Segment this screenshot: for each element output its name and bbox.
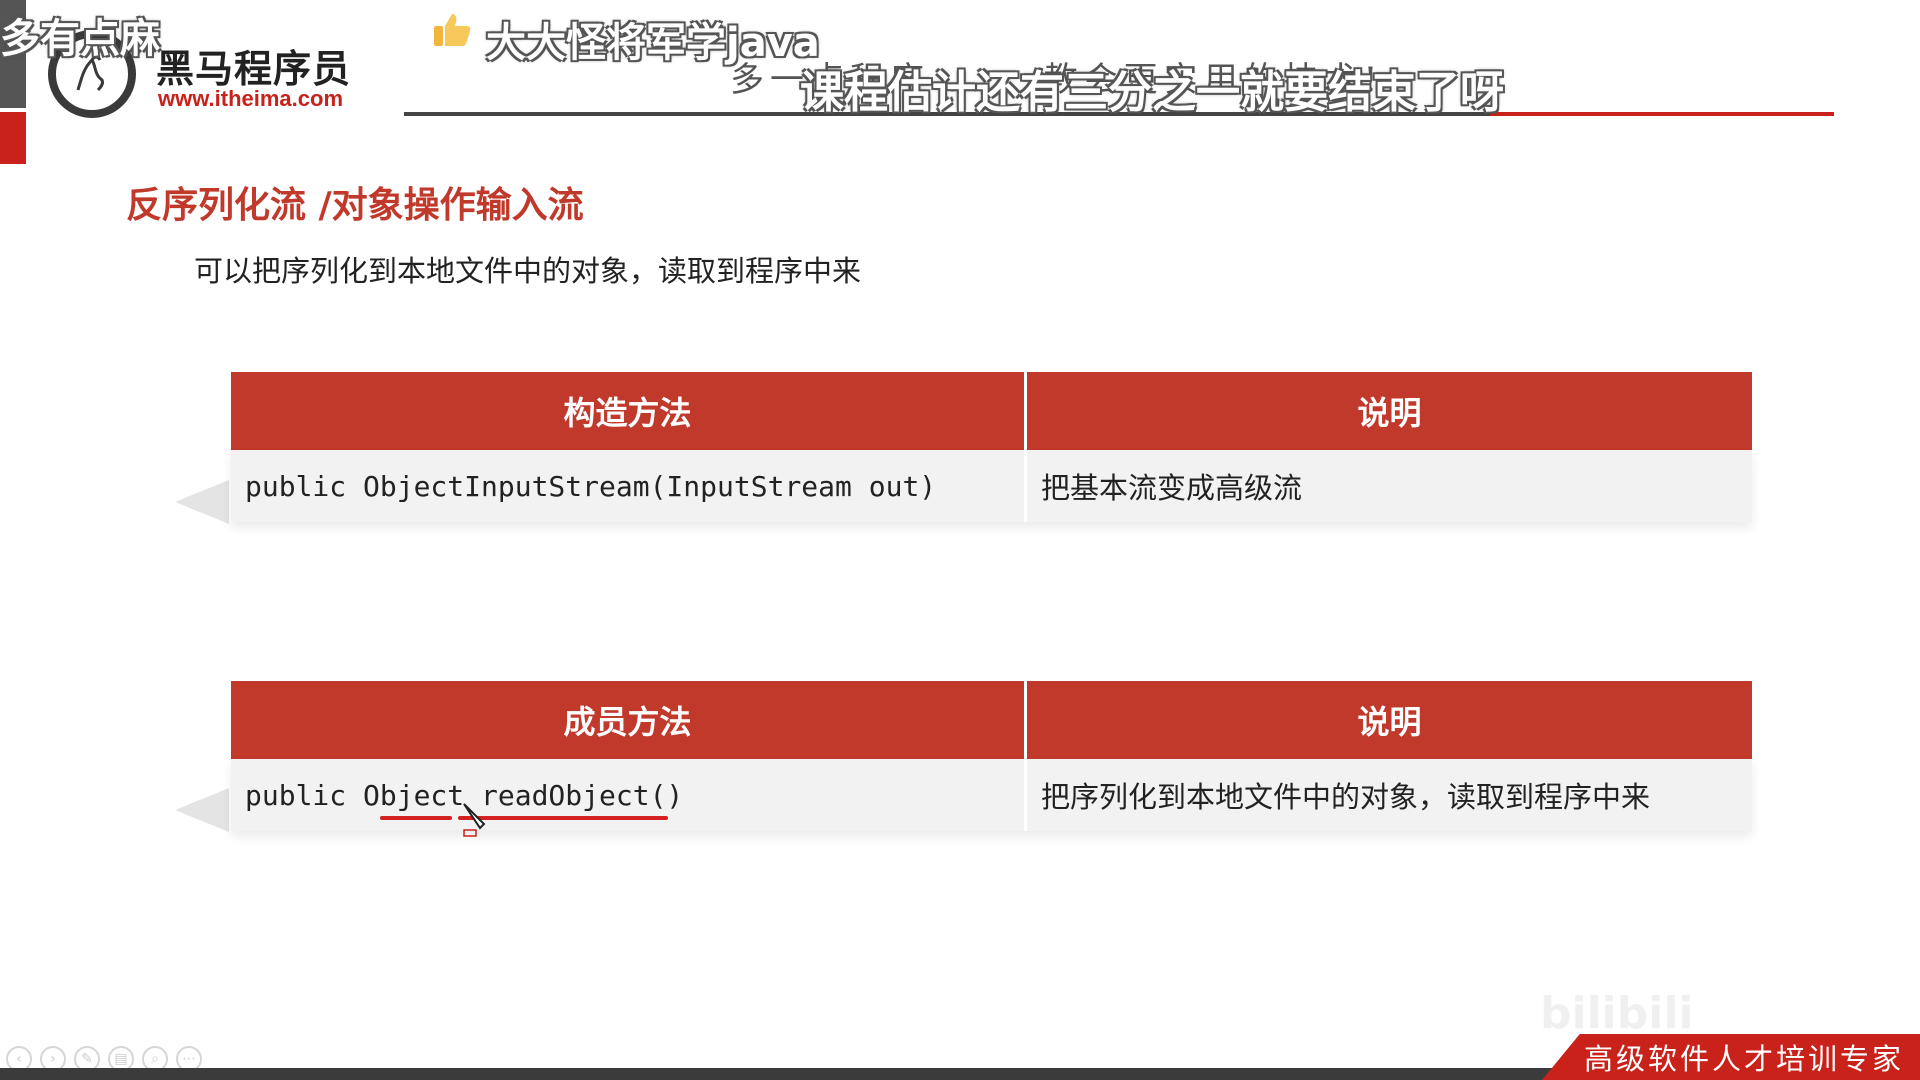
user-comment: 大大怪将军学java (486, 20, 820, 66)
table-row: public Object readObject() 把序列化到本地文件中的对象… (231, 759, 1752, 831)
method-description: 把基本流变成高级流 (1041, 471, 1303, 505)
logo-name: 黑马程序员 (156, 47, 352, 91)
slide-subtitle: 可以把序列化到本地文件中的对象，读取到程序中来 (194, 254, 862, 288)
table-header-row: 构造方法 说明 (231, 372, 1752, 450)
table-shadow-decoration (175, 788, 229, 832)
bilibili-watermark: bilibili (1540, 988, 1694, 1039)
table-header-row: 成员方法 说明 (231, 681, 1752, 759)
header-divider-accent (1490, 112, 1834, 116)
footer-tagline: 高级软件人才培训专家 (1584, 1042, 1905, 1076)
column-header-desc: 说明 (1357, 394, 1422, 432)
thumbs-up-icon (432, 12, 472, 48)
pen-cursor-icon (462, 802, 496, 842)
column-header-method: 构造方法 (231, 372, 1027, 450)
edge-accent-red (0, 112, 26, 164)
annotation-underline (380, 816, 452, 820)
column-header-method: 成员方法 (231, 681, 1027, 759)
table-row: public ObjectInputStream(InputStream out… (231, 450, 1752, 522)
method-description: 把序列化到本地文件中的对象，读取到程序中来 (1041, 780, 1651, 814)
danmaku-comment: 多有点麻 (0, 16, 160, 62)
video-subtitle: 课程估计还有三分之一就要结束了呀 (800, 67, 1504, 118)
logo-url: www.itheima.com (158, 86, 344, 111)
method-signature: public ObjectInputStream(InputStream out… (231, 450, 1027, 522)
constructor-table: 构造方法 说明 public ObjectInputStream(InputSt… (231, 372, 1752, 522)
column-header-desc: 说明 (1357, 703, 1422, 741)
table-shadow-decoration (175, 480, 229, 524)
member-table: 成员方法 说明 public Object readObject() 把序列化到… (231, 681, 1752, 831)
slide-title: 反序列化流 /对象操作输入流 (126, 185, 584, 226)
method-signature: public Object readObject() (231, 759, 1027, 831)
